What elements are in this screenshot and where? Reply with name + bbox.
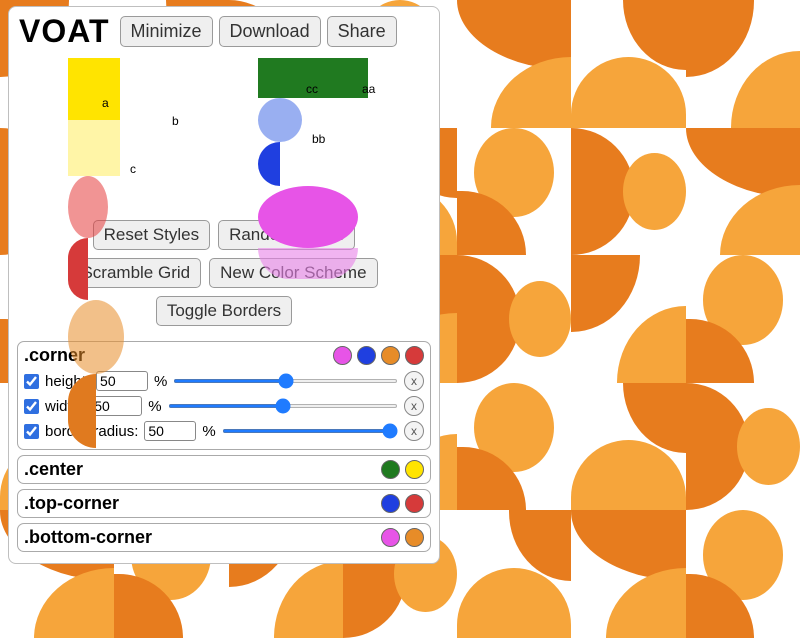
prop-border-radius-remove-icon[interactable]: x bbox=[404, 421, 424, 441]
swatch[interactable] bbox=[381, 460, 400, 479]
share-button[interactable]: Share bbox=[327, 16, 397, 47]
control-panel: VOAT Minimize Download Share a b c cc aa… bbox=[8, 6, 440, 564]
prop-width-number[interactable] bbox=[90, 396, 142, 416]
prop-width-checkbox[interactable] bbox=[24, 399, 39, 414]
swatch[interactable] bbox=[405, 494, 424, 513]
group-top-corner-title: .top-corner bbox=[24, 493, 119, 514]
prop-width-unit: % bbox=[148, 398, 161, 415]
preview-label-c: c bbox=[130, 162, 136, 176]
swatch[interactable] bbox=[381, 346, 400, 365]
group-center[interactable]: .center bbox=[17, 455, 431, 484]
group-center-title: .center bbox=[24, 459, 83, 480]
swatch[interactable] bbox=[357, 346, 376, 365]
prop-border-radius-unit: % bbox=[202, 423, 215, 440]
preview-area: a b c cc aa bb bbox=[43, 58, 433, 208]
toggle-borders-button[interactable]: Toggle Borders bbox=[156, 296, 292, 326]
swatch[interactable] bbox=[381, 528, 400, 547]
group-corner-swatches bbox=[333, 346, 424, 365]
swatch[interactable] bbox=[333, 346, 352, 365]
app-title: VOAT bbox=[15, 13, 114, 50]
prop-border-radius-number[interactable] bbox=[144, 421, 196, 441]
prop-width-remove-icon[interactable]: x bbox=[404, 396, 424, 416]
prop-height-number[interactable] bbox=[96, 371, 148, 391]
swatch[interactable] bbox=[405, 460, 424, 479]
preview-label-aa: aa bbox=[362, 82, 375, 96]
prop-height-checkbox[interactable] bbox=[24, 374, 39, 389]
swatch[interactable] bbox=[405, 346, 424, 365]
prop-border-radius-slider[interactable] bbox=[222, 429, 398, 433]
group-bottom-corner[interactable]: .bottom-corner bbox=[17, 523, 431, 552]
prop-border-radius-checkbox[interactable] bbox=[24, 424, 39, 439]
preview-tile-2: cc aa bb bbox=[258, 58, 408, 208]
swatch[interactable] bbox=[405, 528, 424, 547]
prop-height-slider[interactable] bbox=[173, 379, 398, 383]
minimize-button[interactable]: Minimize bbox=[120, 16, 213, 47]
preview-tile-1: a b c bbox=[68, 58, 218, 208]
preview-label-bb: bb bbox=[312, 132, 325, 146]
group-top-corner[interactable]: .top-corner bbox=[17, 489, 431, 518]
preview-label-a: a bbox=[102, 96, 109, 110]
download-button[interactable]: Download bbox=[219, 16, 321, 47]
swatch[interactable] bbox=[381, 494, 400, 513]
panel-header: VOAT Minimize Download Share bbox=[15, 13, 433, 50]
reset-styles-button[interactable]: Reset Styles bbox=[93, 220, 210, 250]
prop-height-unit: % bbox=[154, 373, 167, 390]
prop-height-remove-icon[interactable]: x bbox=[404, 371, 424, 391]
scramble-grid-button[interactable]: Scramble Grid bbox=[70, 258, 201, 288]
prop-width-slider[interactable] bbox=[168, 404, 398, 408]
preview-label-cc: cc bbox=[306, 82, 318, 96]
preview-label-b: b bbox=[172, 114, 179, 128]
group-bottom-corner-title: .bottom-corner bbox=[24, 527, 152, 548]
